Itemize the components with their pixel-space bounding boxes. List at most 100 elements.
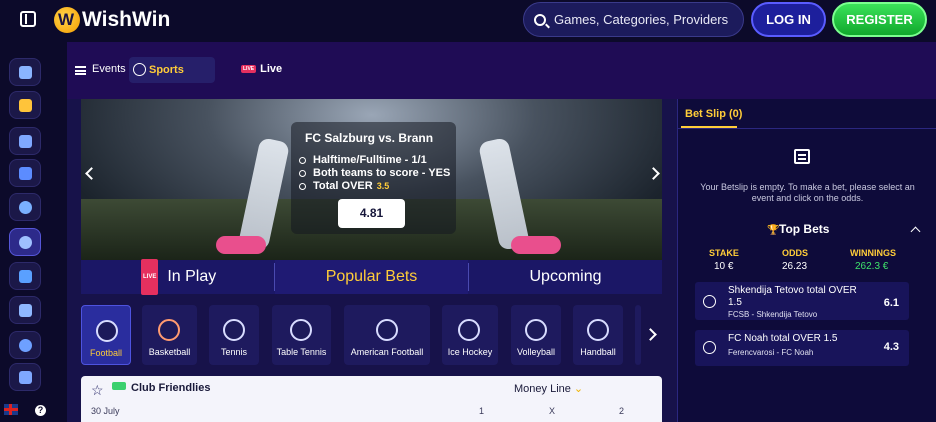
tv-icon[interactable]	[9, 262, 41, 290]
pick-dot-icon	[299, 156, 306, 164]
tab-in-play[interactable]: LIVE In Play	[141, 259, 216, 295]
briefcase-icon[interactable]	[9, 363, 41, 391]
pick-text: Both teams to score - YES	[313, 167, 451, 179]
events-list: ☆ Club Friendlies Money Line ⌄ 30 July 1 …	[81, 376, 662, 422]
help-icon[interactable]: ?	[35, 405, 46, 416]
ice-hockey-icon	[458, 319, 480, 341]
home-icon[interactable]	[9, 91, 41, 119]
cards-icon[interactable]	[9, 159, 41, 187]
tab-events[interactable]: Events	[92, 63, 126, 75]
league-icon	[112, 382, 126, 390]
gift-icon[interactable]	[9, 58, 41, 86]
odds-label: ODDS	[782, 248, 809, 258]
tab-sports-label: Sports	[149, 64, 184, 76]
match-title: FC Salzburg vs. Brann	[305, 131, 434, 145]
betslip-empty-text: Your Betslip is empty. To make a bet, pl…	[700, 182, 915, 203]
search-placeholder: Games, Categories, Providers	[554, 12, 729, 27]
side-nav	[0, 42, 52, 422]
menu-icon[interactable]	[75, 66, 86, 75]
sidebar-toggle-icon[interactable]	[20, 11, 36, 27]
tennis-icon	[223, 319, 245, 341]
slots-icon[interactable]	[9, 127, 41, 155]
basketball-icon	[158, 319, 180, 341]
top-bet-match: Ferencvarosi - FC Noah	[728, 348, 814, 357]
sports-icon[interactable]	[9, 228, 41, 256]
market-label: Money Line	[514, 383, 571, 395]
pick-text: Total OVER	[313, 180, 373, 192]
tab-live[interactable]: LIVE Live	[241, 63, 282, 75]
chevron-left-icon[interactable]	[85, 167, 98, 180]
swirl-icon[interactable]	[9, 331, 41, 359]
chevron-down-icon: ⌄	[573, 383, 584, 395]
pick-dot-icon	[299, 169, 306, 177]
top-bet-name: Shkendija Tetovo total OVER 1.5	[728, 285, 857, 308]
bet-pick: Both teams to score - YES	[299, 167, 450, 179]
sport-tennis[interactable]: Tennis	[209, 305, 259, 365]
chevron-right-icon[interactable]	[644, 328, 657, 341]
stake-label: STAKE	[709, 248, 739, 258]
sport-ice-hockey[interactable]: Ice Hockey	[442, 305, 498, 365]
sport-basketball[interactable]: Basketball	[142, 305, 197, 365]
chevron-right-icon[interactable]	[647, 167, 660, 180]
football-icon	[96, 320, 118, 342]
sport-table-tennis[interactable]: Table Tennis	[272, 305, 331, 365]
sport-label: Tennis	[220, 347, 247, 357]
boot-image	[511, 236, 561, 254]
col-header-2: 2	[619, 406, 625, 416]
logo-text: WishWin	[82, 8, 171, 31]
pick-line: 3.5	[376, 181, 390, 191]
stake-value: 10 €	[714, 261, 734, 272]
volleyball-icon	[525, 319, 547, 341]
tab-sports[interactable]: Sports	[129, 57, 215, 83]
odds-value: 26.23	[782, 261, 808, 272]
search-icon	[534, 13, 546, 26]
trophy-icon[interactable]	[9, 296, 41, 324]
winnings-value: 262.3 €	[855, 261, 889, 272]
top-bet-match: FCSB - Shkendija Tetovo	[728, 310, 818, 319]
sport-volleyball[interactable]: Volleyball	[511, 305, 561, 365]
top-bets-title: Top Bets	[779, 222, 830, 236]
odds-button[interactable]: 4.81	[338, 199, 405, 228]
betslip-empty-icon	[794, 149, 810, 164]
sport-american-football[interactable]: American Football	[344, 305, 430, 365]
flag-uk-icon[interactable]	[4, 404, 18, 415]
sport-next-partial[interactable]	[635, 305, 641, 365]
tab-upcoming[interactable]: Upcoming	[469, 260, 662, 294]
clover-icon[interactable]	[9, 193, 41, 221]
col-header-1: 1	[479, 406, 485, 416]
live-badge: LIVE	[141, 259, 159, 295]
star-icon[interactable]: ☆	[91, 382, 104, 399]
chevron-up-icon[interactable]	[910, 226, 921, 237]
football-icon	[703, 341, 716, 354]
trophy-icon: 🏆	[767, 225, 780, 236]
sport-label: Volleyball	[516, 347, 556, 357]
football-icon	[703, 295, 716, 308]
top-bet-odd[interactable]: 4.3	[884, 341, 899, 353]
top-bet-odd[interactable]: 6.1	[884, 297, 899, 309]
table-tennis-icon	[290, 319, 312, 341]
sport-label: Basketball	[148, 347, 191, 357]
tab-bet-slip[interactable]: Bet Slip (0)	[685, 108, 742, 120]
boot-image	[216, 236, 266, 254]
top-bet-item[interactable]: FC Noah total OVER 1.5 Ferencvarosi - FC…	[695, 330, 909, 366]
login-button[interactable]: LOG IN	[751, 2, 826, 37]
sport-football[interactable]: Football	[81, 305, 131, 365]
sport-handball[interactable]: Handball	[573, 305, 623, 365]
logo-icon	[54, 7, 80, 33]
register-button[interactable]: REGISTER	[832, 2, 927, 37]
handball-icon	[587, 319, 609, 341]
bet-slip-panel: Bet Slip (0) Your Betslip is empty. To m…	[677, 99, 936, 422]
sports-carousel: Football Basketball Tennis Table Tennis …	[81, 302, 662, 368]
live-badge: LIVE	[241, 65, 257, 73]
top-bet-item[interactable]: Shkendija Tetovo total OVER 1.5 FCSB - S…	[695, 282, 909, 320]
search-input[interactable]: Games, Categories, Providers	[523, 2, 744, 37]
tab-popular-bets[interactable]: Popular Bets	[275, 260, 468, 294]
american-football-icon	[376, 319, 398, 341]
sport-label: American Football	[350, 347, 424, 357]
market-select[interactable]: Money Line ⌄	[514, 382, 583, 395]
logo[interactable]: WishWin	[54, 6, 170, 34]
sports-menubar: Events Sports LIVE Live	[67, 42, 936, 99]
sport-label: Handball	[580, 347, 616, 357]
top-bar: WishWin Games, Categories, Providers LOG…	[0, 0, 936, 42]
bet-pick: Total OVER 3.5	[299, 180, 389, 192]
